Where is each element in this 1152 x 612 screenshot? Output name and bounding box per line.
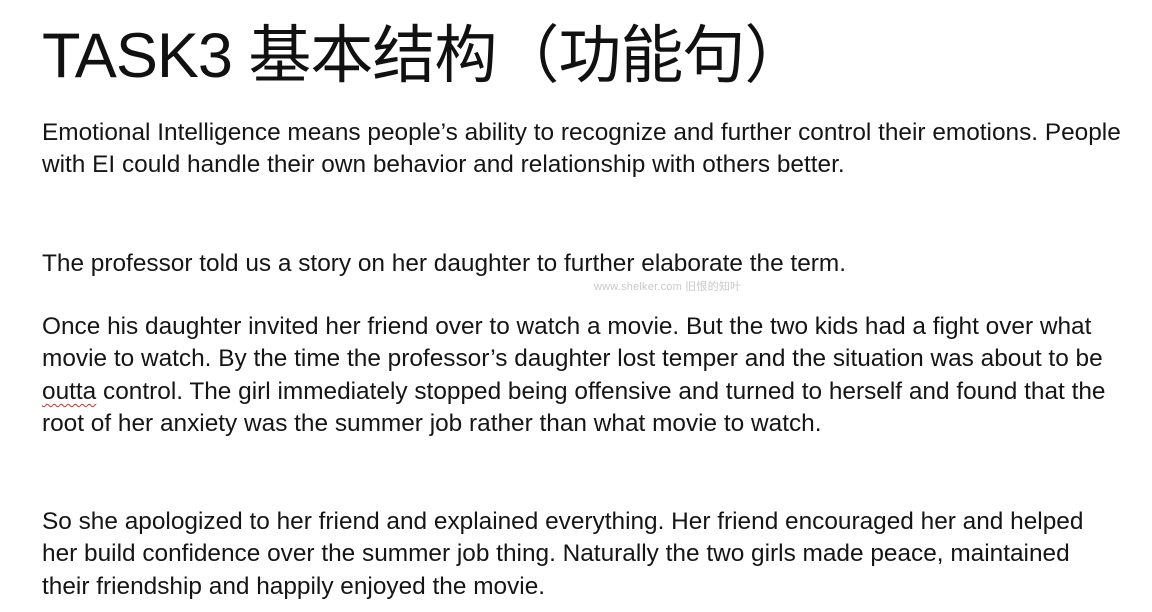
paragraph-definition: Emotional Intelligence means people’s ab… bbox=[42, 119, 1121, 179]
paragraph-story-part-1: Once his daughter invited her friend ove… bbox=[42, 313, 1103, 373]
paragraph-story-part-2: control. The girl immediately stopped be… bbox=[42, 377, 1106, 438]
slide-title: TASK3 基本结构（功能句） bbox=[42, 21, 807, 91]
spellcheck-flagged-word: outta bbox=[42, 377, 97, 405]
watermark-text: www.shelker.com 旧恨的知叶 bbox=[594, 281, 742, 293]
paragraph-story: Once his daughter invited her friend ove… bbox=[42, 311, 1122, 441]
slide-canvas: TASK3 基本结构（功能句） Emotional Intelligence m… bbox=[0, 0, 1152, 612]
paragraph-resolution: So she apologized to her friend and expl… bbox=[42, 508, 1084, 600]
paragraph-intro: The professor told us a story on her dau… bbox=[42, 250, 846, 277]
